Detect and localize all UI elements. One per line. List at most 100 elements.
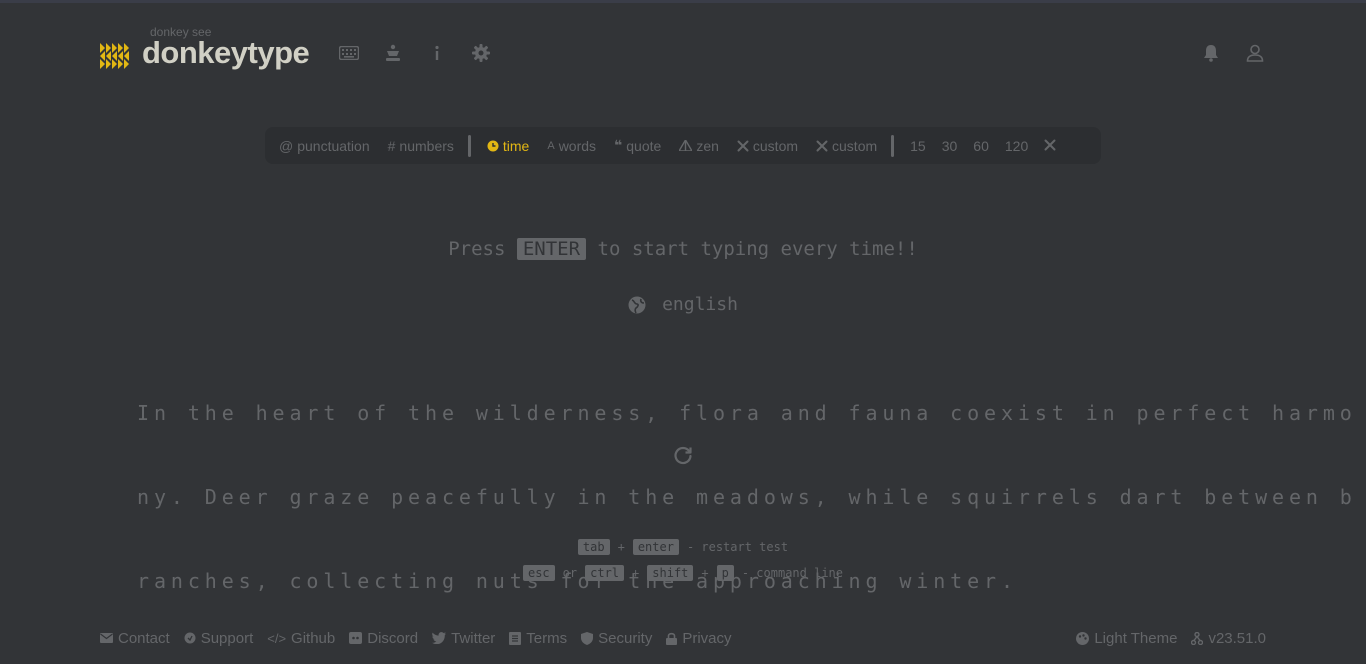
main-nav	[338, 42, 492, 64]
donate-icon	[184, 632, 196, 644]
hint-restart: tab + enter - restart test	[0, 534, 1366, 560]
plus-sign: +	[701, 566, 709, 580]
mode-custom-label: custom	[752, 137, 799, 154]
palette-icon	[1076, 631, 1090, 645]
footer-github[interactable]: </> Github	[267, 630, 335, 647]
at-icon: @	[279, 137, 294, 154]
logo-text: donkey see donkeytype	[142, 25, 310, 71]
mode-custom-2[interactable]: custom	[816, 138, 877, 154]
footer-link-label: Twitter	[451, 629, 496, 647]
footer-terms[interactable]: Terms	[509, 630, 567, 647]
footer-twitter[interactable]: Twitter	[432, 630, 495, 647]
config-divider	[467, 134, 471, 157]
footer-security[interactable]: Security	[581, 630, 652, 647]
time-15[interactable]: 15	[910, 138, 926, 154]
footer-links: Contact Support </> Github Discord Twitt…	[100, 625, 732, 651]
custom-time-button[interactable]	[1044, 138, 1056, 154]
time-120[interactable]: 120	[1005, 138, 1028, 154]
footer-link-label: Support	[200, 629, 254, 647]
restart-icon	[674, 446, 692, 465]
key-ctrl: ctrl	[585, 565, 625, 581]
mode-quote-label: quote	[626, 137, 662, 154]
or-text: or	[562, 566, 578, 580]
crown-icon[interactable]	[382, 42, 404, 64]
restart-button[interactable]	[672, 445, 694, 467]
punctuation-toggle[interactable]: @ punctuation	[279, 138, 370, 154]
mode-time-label: time	[502, 137, 530, 154]
footer-meta: Light Theme v23.51.0	[1076, 625, 1266, 651]
hint-text: - restart test	[686, 540, 789, 554]
logo-subtitle: donkey see	[150, 25, 212, 39]
code-icon: </>	[267, 630, 287, 646]
footer-link-label: Contact	[118, 629, 170, 647]
theme-switcher[interactable]: Light Theme	[1076, 630, 1177, 647]
keyboard-icon[interactable]	[338, 42, 360, 64]
branch-icon	[1191, 631, 1204, 645]
mode-quote[interactable]: ❝ quote	[614, 137, 661, 154]
header: donkey see donkeytype	[100, 25, 1266, 81]
words-line: ny. Deer graze peacefully in the meadows…	[137, 485, 1357, 509]
footer-contact[interactable]: Contact	[100, 630, 170, 647]
account-nav	[1200, 42, 1266, 64]
start-prompt: Press ENTER to start typing every time!!	[0, 238, 1366, 260]
language-selector[interactable]: english	[0, 294, 1366, 315]
settings-icon[interactable]	[470, 42, 492, 64]
hint-command-line: esc or ctrl + shift + p - command line	[0, 560, 1366, 586]
mode-zen[interactable]: zen	[679, 138, 719, 154]
tools-icon	[737, 140, 749, 151]
version-label: v23.51.0	[1208, 629, 1266, 647]
info-icon[interactable]	[426, 42, 448, 64]
footer-discord[interactable]: Discord	[349, 630, 418, 647]
hash-icon: #	[387, 137, 396, 154]
words-line: In the heart of the wilderness, flora an…	[137, 401, 1357, 425]
plus-sign: +	[632, 566, 640, 580]
footer-link-label: Security	[598, 629, 653, 647]
footer-link-label: Github	[291, 629, 336, 647]
tools-icon	[816, 140, 828, 151]
mode-time[interactable]: time	[487, 138, 529, 154]
shield-icon	[581, 631, 594, 645]
globe-icon	[628, 296, 646, 313]
envelope-icon	[100, 633, 113, 643]
numbers-toggle[interactable]: # numbers	[388, 138, 454, 154]
tools-icon	[1044, 139, 1056, 150]
footer-link-label: Privacy	[682, 629, 732, 647]
notifications-icon[interactable]	[1200, 42, 1222, 64]
time-60[interactable]: 60	[973, 138, 989, 154]
mode-words-label: words	[558, 137, 597, 154]
time-30[interactable]: 30	[942, 138, 958, 154]
mode-custom-2-label: custom	[832, 137, 878, 154]
enter-key: ENTER	[516, 238, 587, 260]
footer-link-label: Discord	[367, 629, 419, 647]
key-shift: shift	[647, 565, 694, 581]
mode-words[interactable]: A words	[547, 138, 596, 154]
key-esc: esc	[522, 565, 555, 581]
mode-zen-label: zen	[696, 137, 719, 154]
logo-icon	[100, 43, 129, 69]
logo[interactable]: donkey see donkeytype	[100, 25, 310, 71]
clock-icon	[487, 140, 499, 151]
plus-sign: +	[617, 540, 625, 554]
hint-text: - command line	[741, 566, 844, 580]
twitter-icon	[432, 632, 447, 644]
mode-custom[interactable]: custom	[737, 138, 798, 154]
punctuation-label: punctuation	[297, 137, 370, 154]
theme-label: Light Theme	[1094, 629, 1178, 647]
keyboard-hints: tab + enter - restart test esc or ctrl +…	[0, 534, 1366, 586]
document-icon	[509, 631, 522, 645]
footer: Contact Support </> Github Discord Twitt…	[100, 625, 1266, 651]
language-label: english	[662, 294, 738, 315]
mountain-icon	[679, 140, 693, 151]
discord-icon	[349, 632, 363, 644]
account-icon[interactable]	[1244, 42, 1266, 64]
version-link[interactable]: v23.51.0	[1191, 630, 1266, 647]
footer-support[interactable]: Support	[184, 629, 254, 647]
footer-link-label: Terms	[526, 629, 568, 647]
footer-privacy[interactable]: Privacy	[666, 629, 732, 647]
test-config-bar: @ punctuation # numbers time A words ❝ q…	[265, 127, 1101, 164]
key-tab: tab	[577, 539, 610, 555]
key-enter: enter	[632, 539, 679, 555]
font-icon: A	[547, 139, 555, 152]
config-divider	[891, 134, 895, 157]
prompt-prefix: Press	[448, 238, 506, 260]
